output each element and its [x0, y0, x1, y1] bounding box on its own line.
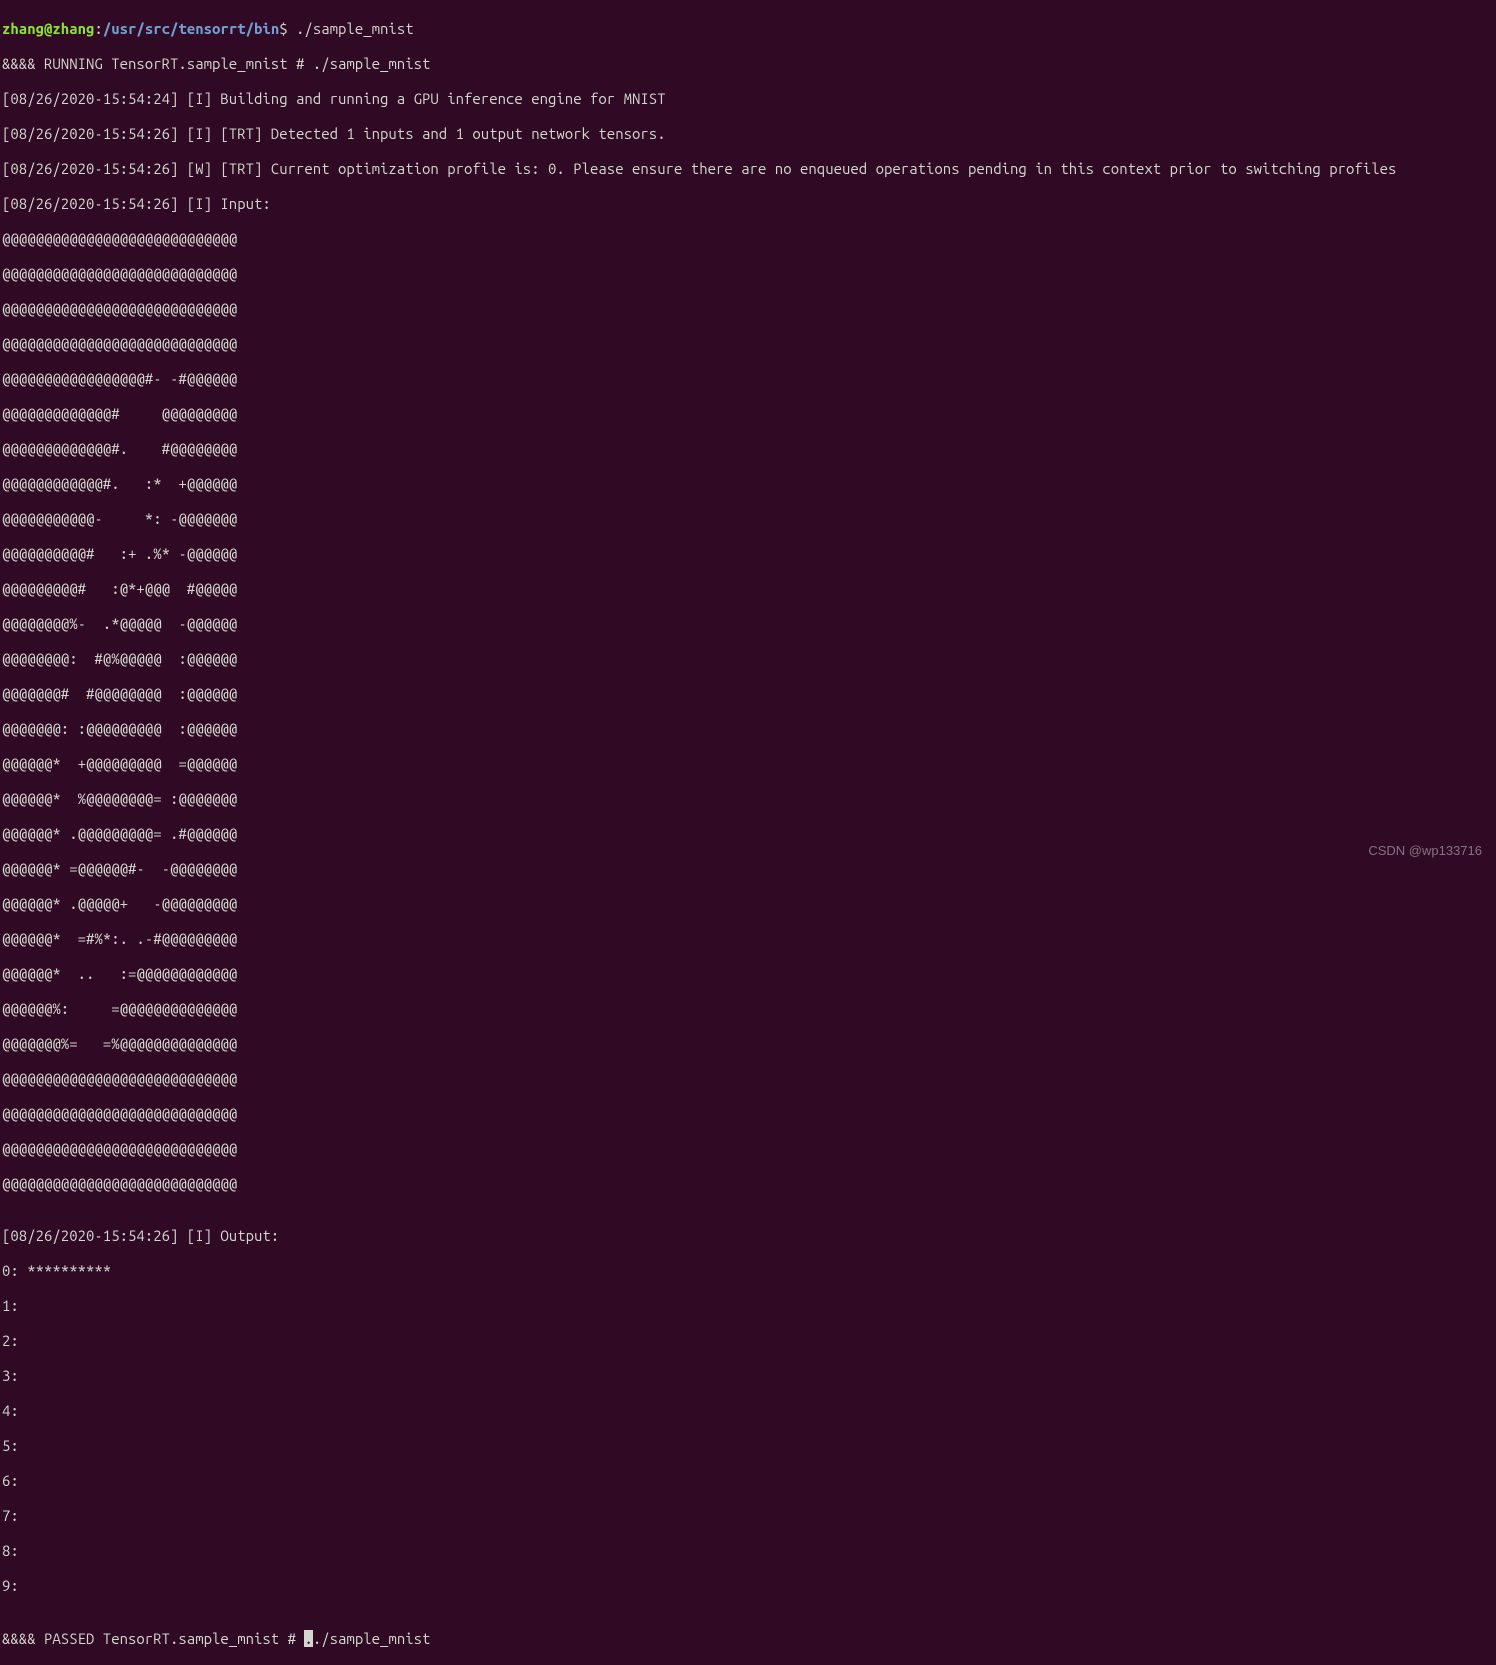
command-text: ./sample_mnist: [288, 20, 414, 37]
ascii-art-line: @@@@@@@@@@@@@@@@@@@@@@@@@@@@: [2, 1070, 1496, 1088]
prompt-separator: :: [94, 20, 102, 37]
ascii-art-line: @@@@@@@@@@@@@@@@@@@@@@@@@@@@: [2, 300, 1496, 318]
prompt-line: zhang@zhang:/usr/src/tensorrt/bin$ ./sam…: [2, 20, 1496, 38]
ascii-art-line: @@@@@@@@: #@%@@@@@ :@@@@@@: [2, 650, 1496, 668]
ascii-art-line: @@@@@@%: =@@@@@@@@@@@@@@: [2, 1000, 1496, 1018]
ascii-art-line: @@@@@@@@@@@@@# @@@@@@@@@: [2, 405, 1496, 423]
result-line: 3:: [2, 1367, 1496, 1385]
cursor: .: [304, 1630, 312, 1647]
watermark: CSDN @wp133716: [1368, 842, 1482, 860]
result-line: 0: **********: [2, 1262, 1496, 1280]
output-line: [08/26/2020-15:54:24] [I] Building and r…: [2, 90, 1496, 108]
ascii-art-line: @@@@@@@@@@@@@@@@@#- -#@@@@@@: [2, 370, 1496, 388]
ascii-art-line: @@@@@@@@@@@@@#. #@@@@@@@@: [2, 440, 1496, 458]
terminal-output[interactable]: zhang@zhang:/usr/src/tensorrt/bin$ ./sam…: [2, 2, 1496, 1665]
ascii-art-line: @@@@@@* .@@@@@+ -@@@@@@@@@: [2, 895, 1496, 913]
result-line: 1:: [2, 1297, 1496, 1315]
result-line: 6:: [2, 1472, 1496, 1490]
ascii-art-line: @@@@@@@%= =%@@@@@@@@@@@@@@: [2, 1035, 1496, 1053]
ascii-art-line: @@@@@@* %@@@@@@@@= :@@@@@@@: [2, 790, 1496, 808]
result-line: 5:: [2, 1437, 1496, 1455]
ascii-art-line: @@@@@@@: :@@@@@@@@@ :@@@@@@: [2, 720, 1496, 738]
ascii-art-line: @@@@@@@@@@# :+ .%* -@@@@@@: [2, 545, 1496, 563]
result-line: 2:: [2, 1332, 1496, 1350]
ascii-art-line: @@@@@@* .@@@@@@@@@= .#@@@@@@: [2, 825, 1496, 843]
output-line: [08/26/2020-15:54:26] [I] Input:: [2, 195, 1496, 213]
passed-text-post: ./sample_mnist: [313, 1630, 431, 1647]
prompt-path: /usr/src/tensorrt/bin: [103, 20, 279, 37]
ascii-art-line: @@@@@@@@@@@@@@@@@@@@@@@@@@@@: [2, 1140, 1496, 1158]
ascii-art-line: @@@@@@@@@@@@@@@@@@@@@@@@@@@@: [2, 335, 1496, 353]
passed-text-pre: &&&& PASSED TensorRT.sample_mnist #: [2, 1630, 304, 1647]
result-line: 8:: [2, 1542, 1496, 1560]
ascii-art-line: @@@@@@@# #@@@@@@@@ :@@@@@@: [2, 685, 1496, 703]
ascii-art-line: @@@@@@* .. :=@@@@@@@@@@@@: [2, 965, 1496, 983]
ascii-art-line: @@@@@@* +@@@@@@@@@ =@@@@@@: [2, 755, 1496, 773]
output-line: [08/26/2020-15:54:26] [I] [TRT] Detected…: [2, 125, 1496, 143]
ascii-art-line: @@@@@@* =#%*:. .-#@@@@@@@@@: [2, 930, 1496, 948]
ascii-art-line: @@@@@@@@%- .*@@@@@ -@@@@@@: [2, 615, 1496, 633]
ascii-art-line: @@@@@@@@@@@@@@@@@@@@@@@@@@@@: [2, 265, 1496, 283]
passed-line: &&&& PASSED TensorRT.sample_mnist # ../s…: [2, 1630, 1496, 1648]
ascii-art-line: @@@@@@@@@@@@@@@@@@@@@@@@@@@@: [2, 1105, 1496, 1123]
ascii-art-line: @@@@@@@@@@@@@@@@@@@@@@@@@@@@: [2, 230, 1496, 248]
prompt-dollar: $: [279, 20, 287, 37]
result-line: 7:: [2, 1507, 1496, 1525]
ascii-art-line: @@@@@@@@@@@@@@@@@@@@@@@@@@@@: [2, 1175, 1496, 1193]
prompt-user: zhang@zhang: [2, 20, 94, 37]
result-line: 9:: [2, 1577, 1496, 1595]
ascii-art-line: @@@@@@@@@@@@#. :* +@@@@@@: [2, 475, 1496, 493]
ascii-art-line: @@@@@@* =@@@@@@#- -@@@@@@@@: [2, 860, 1496, 878]
output-line: [08/26/2020-15:54:26] [W] [TRT] Current …: [2, 160, 1496, 178]
output-line: &&&& RUNNING TensorRT.sample_mnist # ./s…: [2, 55, 1496, 73]
ascii-art-line: @@@@@@@@@# :@*+@@@ #@@@@@: [2, 580, 1496, 598]
output-line: [08/26/2020-15:54:26] [I] Output:: [2, 1227, 1496, 1245]
ascii-art-line: @@@@@@@@@@@- *: -@@@@@@@: [2, 510, 1496, 528]
result-line: 4:: [2, 1402, 1496, 1420]
